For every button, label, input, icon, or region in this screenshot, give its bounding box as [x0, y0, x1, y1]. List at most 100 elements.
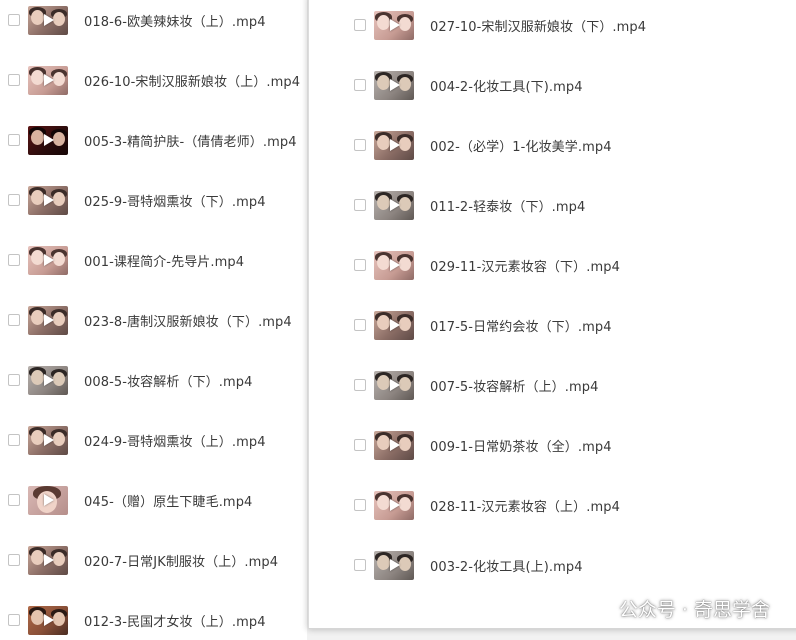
file-name[interactable]: 001-课程简介-先导片.mp4 [84, 251, 244, 270]
file-checkbox[interactable] [8, 134, 20, 146]
file-row[interactable]: 008-5-妆容解析（下）.mp4 [0, 350, 307, 410]
file-checkbox[interactable] [8, 314, 20, 326]
file-row[interactable]: 026-10-宋制汉服新娘妆（上）.mp4 [0, 50, 307, 110]
video-thumbnail[interactable] [28, 125, 68, 155]
file-name[interactable]: 025-9-哥特烟熏妆（下）.mp4 [84, 191, 266, 210]
play-icon [390, 259, 400, 271]
video-thumbnail[interactable] [374, 250, 414, 280]
file-checkbox[interactable] [354, 139, 366, 151]
file-name[interactable]: 027-10-宋制汉服新娘妆（下）.mp4 [430, 16, 646, 35]
file-row[interactable]: 028-11-汉元素妆容（上）.mp4 [309, 475, 796, 535]
video-thumbnail[interactable] [28, 5, 68, 35]
file-row[interactable]: 027-10-宋制汉服新娘妆（下）.mp4 [309, 0, 796, 55]
file-checkbox[interactable] [8, 194, 20, 206]
file-name[interactable]: 003-2-化妆工具(上).mp4 [430, 556, 583, 575]
file-row[interactable]: 001-课程简介-先导片.mp4 [0, 230, 307, 290]
video-thumbnail[interactable] [28, 245, 68, 275]
file-name[interactable]: 024-9-哥特烟熏妆（上）.mp4 [84, 431, 266, 450]
file-checkbox[interactable] [8, 614, 20, 626]
file-name[interactable]: 020-7-日常JK制服妆（上）.mp4 [84, 551, 278, 570]
video-thumbnail[interactable] [28, 425, 68, 455]
file-row[interactable]: 002-（必学）1-化妆美学.mp4 [309, 115, 796, 175]
file-row[interactable]: 009-1-日常奶茶妆（全）.mp4 [309, 415, 796, 475]
file-name[interactable]: 004-2-化妆工具(下).mp4 [430, 76, 583, 95]
file-row[interactable]: 017-5-日常约会妆（下）.mp4 [309, 295, 796, 355]
video-thumbnail[interactable] [374, 70, 414, 100]
video-thumbnail[interactable] [374, 310, 414, 340]
file-checkbox[interactable] [354, 379, 366, 391]
file-checkbox[interactable] [354, 19, 366, 31]
play-icon [390, 439, 400, 451]
file-row[interactable]: 007-5-妆容解析（上）.mp4 [309, 355, 796, 415]
file-checkbox[interactable] [354, 199, 366, 211]
file-checkbox[interactable] [8, 74, 20, 86]
file-name[interactable]: 023-8-唐制汉服新娘妆（下）.mp4 [84, 311, 292, 330]
play-icon [390, 319, 400, 331]
video-thumbnail[interactable] [374, 490, 414, 520]
video-thumbnail[interactable] [374, 10, 414, 40]
file-name[interactable]: 026-10-宋制汉服新娘妆（上）.mp4 [84, 71, 300, 90]
video-thumbnail[interactable] [374, 430, 414, 460]
video-thumbnail[interactable] [374, 370, 414, 400]
file-checkbox[interactable] [8, 254, 20, 266]
file-row[interactable]: 023-8-唐制汉服新娘妆（下）.mp4 [0, 290, 307, 350]
file-row[interactable]: 020-7-日常JK制服妆（上）.mp4 [0, 530, 307, 590]
file-row[interactable]: 018-6-欧美辣妹妆（上）.mp4 [0, 0, 307, 50]
wechat-icon [582, 597, 611, 619]
play-icon [390, 379, 400, 391]
file-checkbox[interactable] [354, 259, 366, 271]
video-thumbnail[interactable] [28, 545, 68, 575]
play-icon [390, 499, 400, 511]
video-thumbnail[interactable] [28, 185, 68, 215]
file-row[interactable]: 004-2-化妆工具(下).mp4 [309, 55, 796, 115]
play-icon [44, 374, 54, 386]
file-name[interactable]: 008-5-妆容解析（下）.mp4 [84, 371, 253, 390]
file-name[interactable]: 018-6-欧美辣妹妆（上）.mp4 [84, 11, 266, 30]
file-checkbox[interactable] [8, 494, 20, 506]
file-checkbox[interactable] [8, 14, 20, 26]
play-icon [390, 19, 400, 31]
video-thumbnail[interactable] [28, 65, 68, 95]
file-checkbox[interactable] [354, 499, 366, 511]
file-checkbox[interactable] [354, 559, 366, 571]
file-row[interactable]: 025-9-哥特烟熏妆（下）.mp4 [0, 170, 307, 230]
watermark: 公众号 · 奇思学舍 [582, 595, 770, 622]
left-file-panel: 018-6-欧美辣妹妆（上）.mp4 026-10-宋制汉服新娘妆（上）.mp4 0… [0, 0, 307, 640]
file-name[interactable]: 005-3-精简护肤-（倩倩老师）.mp4 [84, 131, 297, 150]
file-name[interactable]: 007-5-妆容解析（上）.mp4 [430, 376, 599, 395]
video-thumbnail[interactable] [28, 485, 68, 515]
file-row[interactable]: 003-2-化妆工具(上).mp4 [309, 535, 796, 595]
file-checkbox[interactable] [8, 554, 20, 566]
file-checkbox[interactable] [354, 319, 366, 331]
video-thumbnail[interactable] [374, 190, 414, 220]
play-icon [44, 74, 54, 86]
video-thumbnail[interactable] [374, 550, 414, 580]
file-row[interactable]: 045-（赠）原生下睫毛.mp4 [0, 470, 307, 530]
file-checkbox[interactable] [354, 439, 366, 451]
file-row[interactable]: 029-11-汉元素妆容（下）.mp4 [309, 235, 796, 295]
video-thumbnail[interactable] [28, 605, 68, 635]
video-thumbnail[interactable] [374, 130, 414, 160]
video-thumbnail[interactable] [28, 305, 68, 335]
file-row[interactable]: 005-3-精简护肤-（倩倩老师）.mp4 [0, 110, 307, 170]
file-row[interactable]: 024-9-哥特烟熏妆（上）.mp4 [0, 410, 307, 470]
file-name[interactable]: 029-11-汉元素妆容（下）.mp4 [430, 256, 620, 275]
right-file-list: 027-10-宋制汉服新娘妆（下）.mp4 004-2-化妆工具(下).mp4 00… [309, 0, 796, 595]
play-icon [390, 559, 400, 571]
file-name[interactable]: 028-11-汉元素妆容（上）.mp4 [430, 496, 620, 515]
file-checkbox[interactable] [8, 434, 20, 446]
file-name[interactable]: 009-1-日常奶茶妆（全）.mp4 [430, 436, 612, 455]
play-icon [44, 134, 54, 146]
play-icon [44, 254, 54, 266]
file-row[interactable]: 011-2-轻泰妆（下）.mp4 [309, 175, 796, 235]
video-thumbnail[interactable] [28, 365, 68, 395]
file-row[interactable]: 012-3-民国才女妆（上）.mp4 [0, 590, 307, 640]
file-name[interactable]: 011-2-轻泰妆（下）.mp4 [430, 196, 585, 215]
file-checkbox[interactable] [8, 374, 20, 386]
file-name[interactable]: 002-（必学）1-化妆美学.mp4 [430, 136, 612, 155]
file-name[interactable]: 045-（赠）原生下睫毛.mp4 [84, 491, 252, 510]
left-file-list: 018-6-欧美辣妹妆（上）.mp4 026-10-宋制汉服新娘妆（上）.mp4 0… [0, 0, 307, 640]
file-checkbox[interactable] [354, 79, 366, 91]
file-name[interactable]: 017-5-日常约会妆（下）.mp4 [430, 316, 612, 335]
file-name[interactable]: 012-3-民国才女妆（上）.mp4 [84, 611, 266, 630]
